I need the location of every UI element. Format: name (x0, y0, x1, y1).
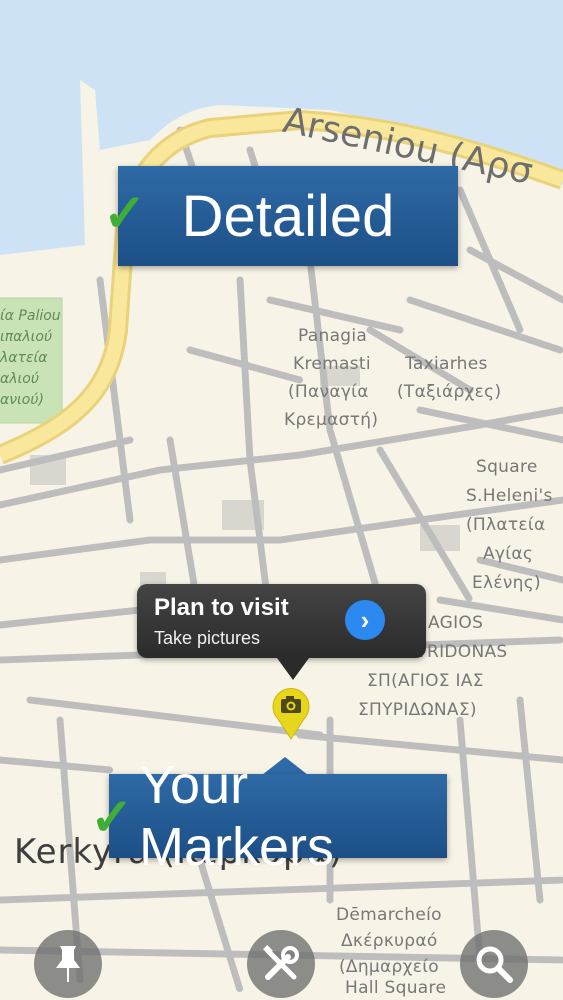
search-button[interactable] (460, 930, 528, 998)
banner-title: Your Markers (139, 755, 335, 877)
tools-button[interactable] (247, 930, 315, 998)
pin-button[interactable] (34, 930, 102, 998)
banner-title: Detailed (181, 183, 395, 249)
map-view[interactable]: Arseniou (Αρσ ία Paliou ιπαλιού λατεία α… (0, 0, 563, 1000)
detailed-banner: Detailed (118, 166, 458, 266)
checkmark-icon: ✓ (90, 789, 134, 847)
chevron-right-icon: › (360, 604, 370, 635)
callout-tail (277, 658, 309, 680)
map-marker[interactable] (270, 685, 312, 740)
your-markers-banner: Your Markers (109, 755, 447, 877)
marker-callout[interactable]: Plan to visit Take pictures › (137, 584, 426, 658)
callout-detail-button[interactable]: › (345, 600, 385, 640)
checkmark-icon: ✓ (103, 185, 147, 243)
pushpin-icon (56, 946, 80, 982)
callout-subtitle: Take pictures (154, 628, 261, 648)
callout-title: Plan to visit (154, 594, 289, 621)
tools-icon (263, 945, 299, 980)
camera-icon (272, 688, 310, 740)
search-icon (476, 946, 513, 983)
